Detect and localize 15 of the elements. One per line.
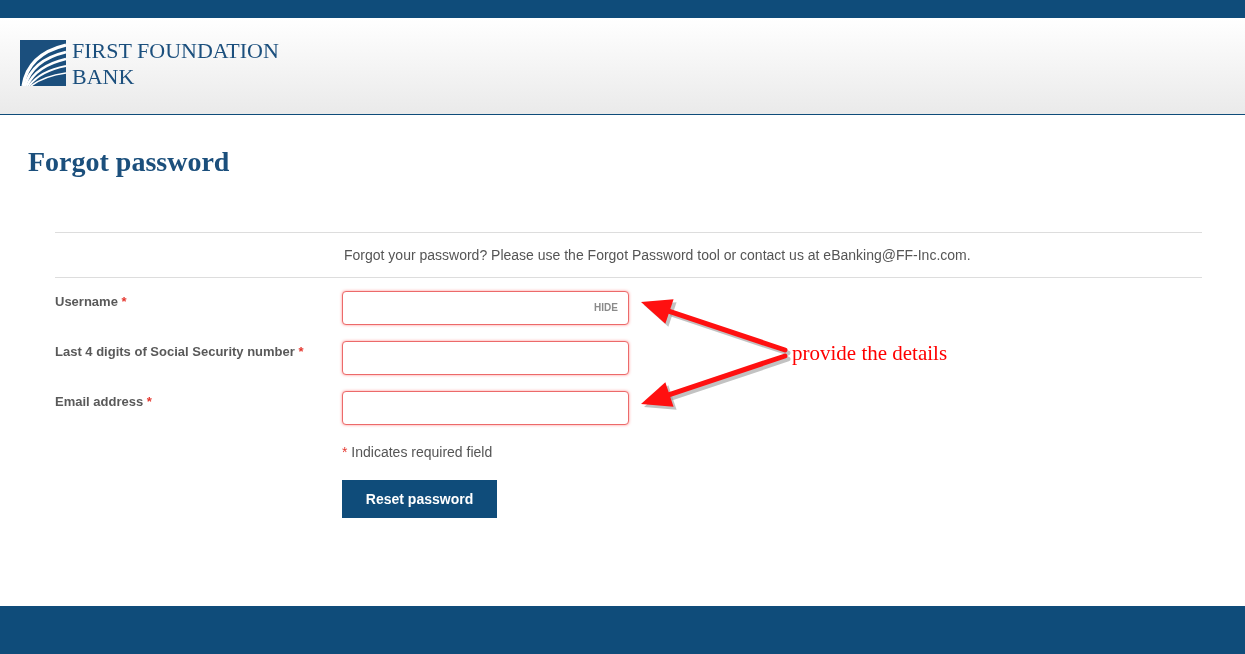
reset-password-button[interactable]: Reset password xyxy=(342,480,497,518)
annotation-text: provide the details xyxy=(792,341,948,365)
field-label: Username * xyxy=(55,293,127,310)
input-field[interactable] xyxy=(342,341,629,375)
swoosh-logo-icon xyxy=(20,40,66,86)
input-field[interactable]: HIDE xyxy=(342,291,629,325)
page-title: Forgot password xyxy=(28,147,230,177)
logo-wordmark: BANK xyxy=(72,64,136,90)
logo-wordmark: FIRST FOUNDATION xyxy=(72,38,279,64)
field-label: Email address * xyxy=(55,393,152,410)
required-note: * Indicates required field xyxy=(342,443,493,461)
notice-text: Forgot your password? Please use the Forgot Password tool or contact us at eBanking@FF-Inc.com. xyxy=(344,246,971,264)
input-field[interactable] xyxy=(342,391,629,425)
hide-toggle[interactable]: HIDE xyxy=(594,302,618,314)
field-label: Last 4 digits of Social Security number * xyxy=(55,343,304,360)
